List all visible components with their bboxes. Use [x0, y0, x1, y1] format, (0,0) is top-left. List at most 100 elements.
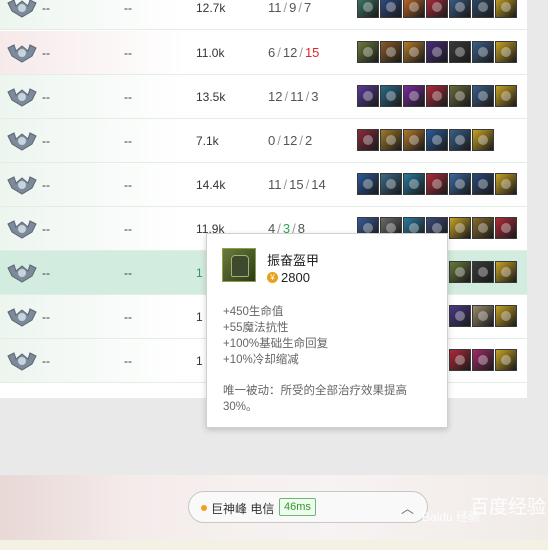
player-row: -- -- 7.1k 0/12/2 [0, 119, 527, 163]
item-icon[interactable] [449, 261, 471, 283]
gold-value: 1 [196, 354, 203, 368]
item-icon[interactable] [403, 129, 425, 151]
item-icon[interactable] [472, 173, 494, 195]
item-icon[interactable] [380, 0, 402, 18]
player-row: -- -- 14.4k 11/15/14 [0, 163, 527, 207]
item-icon[interactable] [380, 85, 402, 107]
item-icon[interactable] [472, 349, 494, 371]
server-selector[interactable]: 巨神峰 电信 46ms ︿ [188, 491, 428, 523]
item-slots [449, 261, 517, 283]
item-icon[interactable] [449, 217, 471, 239]
kills: 11 [268, 0, 282, 15]
chevron-up-icon[interactable]: ︿ [401, 498, 414, 517]
rank-badge-icon [6, 350, 38, 372]
kda: 0/12/2 [268, 133, 312, 148]
status-dot-icon [201, 505, 207, 511]
item-icon[interactable] [495, 349, 517, 371]
gold-value: 1 [196, 266, 203, 280]
bottom-strip [0, 540, 548, 550]
item-icon[interactable] [449, 85, 471, 107]
deaths: 12 [282, 133, 298, 148]
ping-badge: 46ms [279, 498, 316, 516]
item-icon[interactable] [495, 261, 517, 283]
item-icon[interactable] [495, 0, 517, 18]
item-icon[interactable] [472, 0, 494, 18]
item-icon[interactable] [449, 0, 471, 18]
item-icon[interactable] [449, 349, 471, 371]
item-icon[interactable] [357, 129, 379, 151]
item-icon[interactable] [472, 261, 494, 283]
item-icon[interactable] [357, 85, 379, 107]
item-slots [357, 0, 517, 18]
item-icon[interactable] [357, 41, 379, 63]
item-icon[interactable] [449, 173, 471, 195]
stat-line: +10%冷却缩减 [223, 354, 299, 366]
item-icon[interactable] [449, 305, 471, 327]
separator: / [305, 89, 310, 104]
stat-line: +55魔法抗性 [223, 322, 289, 334]
player-row: -- -- 12.7k 11/9/7 [0, 0, 527, 30]
server-name: 巨神峰 电信 [211, 502, 275, 516]
item-icon[interactable] [472, 129, 494, 151]
item-icon[interactable] [380, 173, 402, 195]
item-icon[interactable] [380, 41, 402, 63]
item-icon[interactable] [495, 173, 517, 195]
player-field: -- [124, 266, 132, 280]
separator: / [284, 89, 289, 104]
player-field: -- [42, 310, 50, 324]
item-icon[interactable] [426, 173, 448, 195]
item-icon[interactable] [472, 305, 494, 327]
kills: 12 [268, 89, 283, 104]
item-icon[interactable] [403, 85, 425, 107]
player-field: -- [124, 46, 132, 60]
rank-badge-icon [6, 218, 38, 240]
item-icon[interactable] [449, 41, 471, 63]
separator: / [277, 133, 281, 148]
item-icon[interactable] [426, 0, 448, 18]
item-icon[interactable] [495, 305, 517, 327]
item-icon[interactable] [380, 129, 402, 151]
item-icon[interactable] [472, 41, 494, 63]
item-icon[interactable] [426, 129, 448, 151]
player-field: -- [42, 178, 50, 192]
gold-coin-icon: ¥ [267, 272, 278, 283]
kills: 11 [268, 177, 282, 192]
gold-value: 7.1k [196, 134, 219, 148]
kda: 12/11/3 [268, 89, 318, 104]
gold-value: 12.7k [196, 1, 226, 15]
separator: / [299, 133, 303, 148]
item-icon[interactable] [449, 129, 471, 151]
player-field: -- [42, 266, 50, 280]
kda: 11/15/14 [268, 177, 326, 192]
separator: / [299, 45, 303, 60]
item-icon[interactable] [495, 217, 517, 239]
item-icon[interactable] [403, 41, 425, 63]
separator: / [298, 0, 302, 15]
assists: 14 [311, 177, 326, 192]
item-icon[interactable] [403, 173, 425, 195]
kda: 6/12/15 [268, 45, 319, 60]
item-icon[interactable] [357, 173, 379, 195]
item-icon[interactable] [472, 217, 494, 239]
deaths: 15 [289, 177, 304, 192]
rank-badge-icon [6, 262, 38, 284]
item-icon[interactable] [403, 0, 425, 18]
watermark: 百度经验 Baidu 经验 [422, 490, 548, 530]
player-field: -- [124, 1, 132, 15]
item-price: 2800 [281, 270, 310, 285]
stat-line: +450生命值 [223, 306, 284, 318]
gold-value: 14.4k [196, 178, 226, 192]
item-icon[interactable] [426, 85, 448, 107]
player-field: -- [124, 134, 132, 148]
rank-badge-icon [6, 0, 38, 19]
item-icon[interactable] [357, 0, 379, 18]
gold-value: 11.0k [196, 46, 225, 60]
assists: 7 [303, 0, 312, 15]
item-icon[interactable] [495, 85, 517, 107]
item-icon[interactable] [426, 41, 448, 63]
item-icon[interactable] [495, 41, 517, 63]
item-tooltip: 振奋盔甲 ¥ 2800 +450生命值 +55魔法抗性 +100%基础生命回复 … [206, 233, 448, 428]
item-name: 振奋盔甲 [267, 253, 320, 268]
assists: 3 [311, 89, 319, 104]
item-icon[interactable] [472, 85, 494, 107]
